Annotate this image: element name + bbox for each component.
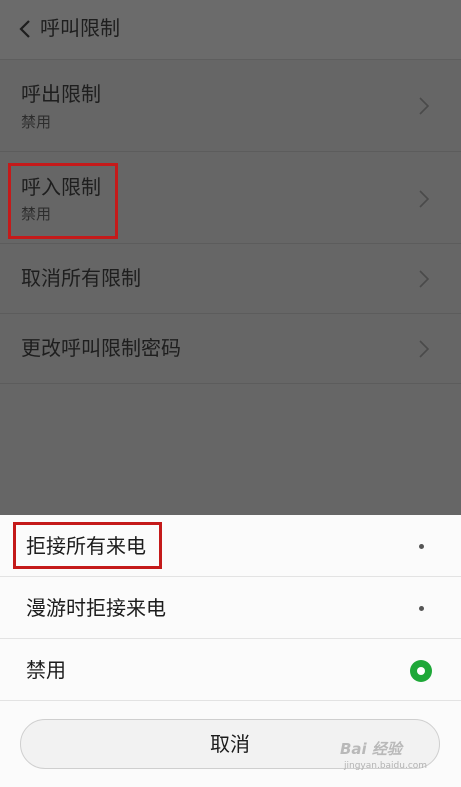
radio-selected-icon (410, 660, 432, 682)
chevron-right-icon (419, 340, 430, 358)
highlight-box-reject-all (13, 522, 162, 569)
radio-unselected-icon (419, 606, 424, 611)
radio-unselected-icon (419, 544, 424, 549)
row-title: 更改呼叫限制密码 (21, 336, 181, 360)
chevron-right-icon (419, 97, 430, 115)
option-disabled[interactable]: 禁用 (0, 639, 461, 701)
option-label: 禁用 (26, 658, 66, 682)
app-header: 呼叫限制 (0, 0, 461, 60)
row-title: 呼出限制 (21, 82, 101, 106)
chevron-left-icon[interactable] (17, 18, 33, 40)
settings-row-change-password[interactable]: 更改呼叫限制密码 (0, 314, 461, 384)
option-label: 漫游时拒接来电 (26, 596, 166, 620)
highlight-box-incoming (8, 163, 118, 239)
watermark-sub: jingyan.baidu.com (344, 761, 428, 771)
page-title: 呼叫限制 (40, 16, 120, 40)
settings-row-outgoing-restriction[interactable]: 呼出限制 禁用 (0, 60, 461, 152)
baidu-watermark: Bai 经验 jingyan.baidu.com (340, 740, 458, 780)
watermark-text: Bai 经验 (340, 740, 402, 758)
option-reject-when-roaming[interactable]: 漫游时拒接来电 (0, 577, 461, 639)
chevron-right-icon (419, 270, 430, 288)
row-title: 取消所有限制 (21, 266, 141, 290)
row-subtitle: 禁用 (21, 113, 52, 131)
settings-row-cancel-all-restrictions[interactable]: 取消所有限制 (0, 244, 461, 314)
chevron-right-icon (419, 190, 430, 208)
